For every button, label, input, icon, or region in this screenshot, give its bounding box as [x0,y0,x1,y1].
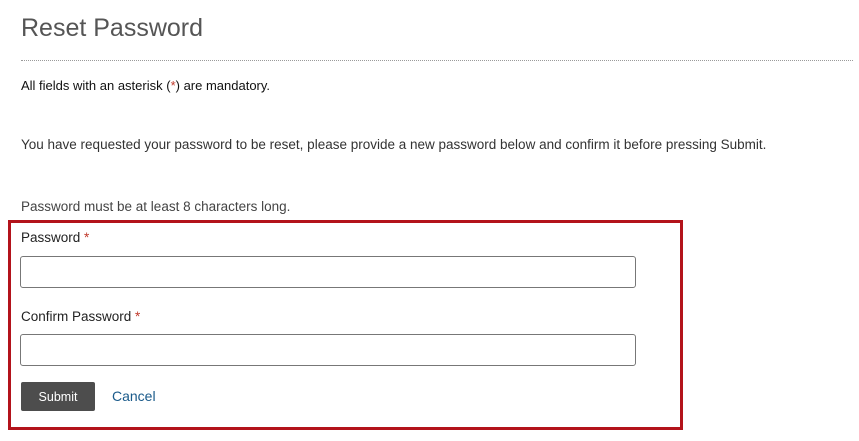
password-label-text: Password [21,230,81,245]
password-input[interactable] [20,256,636,288]
mandatory-note-prefix: All fields with an asterisk ( [21,78,171,93]
password-length-note: Password must be at least 8 characters l… [21,199,291,214]
mandatory-note-suffix: ) are mandatory. [175,78,271,93]
password-label: Password * [21,230,89,245]
confirm-password-label-text: Confirm Password [21,309,132,324]
page-title: Reset Password [21,14,204,42]
confirm-password-required-star: * [135,309,141,324]
confirm-password-label: Confirm Password * [21,309,140,324]
mandatory-note: All fields with an asterisk (*) are mand… [21,78,270,93]
password-required-star: * [84,230,90,245]
submit-button[interactable]: Submit [21,382,95,411]
cancel-link[interactable]: Cancel [112,388,156,404]
reset-intro-text: You have requested your password to be r… [21,137,767,152]
form-highlight-box [8,220,683,430]
title-divider [21,60,853,61]
confirm-password-input[interactable] [20,334,636,366]
